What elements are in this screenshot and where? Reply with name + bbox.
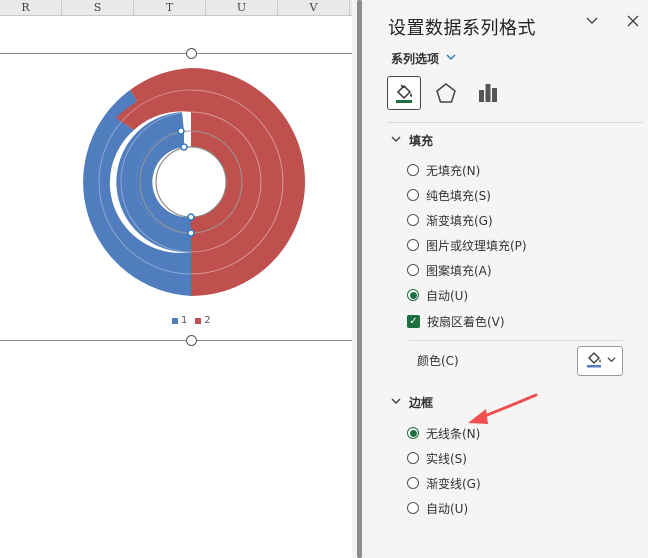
fill-option-label: 渐变填充(G) xyxy=(426,213,493,228)
chart-frame-bottom-edge[interactable] xyxy=(0,340,352,341)
fill-option-pattern-fill[interactable]: 图案填充(A) xyxy=(407,261,492,279)
border-option-gradient-line[interactable]: 渐变线(G) xyxy=(407,474,481,492)
legend-label-series-1: 1 xyxy=(181,315,188,326)
border-option-automatic[interactable]: 自动(U) xyxy=(407,499,468,517)
chart-legend[interactable]: 1 2 xyxy=(172,315,211,326)
vertical-scrollbar[interactable] xyxy=(357,0,362,558)
fill-option-label: 图案填充(A) xyxy=(426,263,492,278)
chevron-down-icon xyxy=(391,396,401,409)
fill-option-label: 自动(U) xyxy=(426,288,469,303)
selection-point-handle[interactable] xyxy=(180,143,188,151)
border-option-no-line[interactable]: 无线条(N) xyxy=(407,424,480,442)
radio-picture-fill[interactable] xyxy=(407,239,419,251)
border-section-header[interactable]: 边框 xyxy=(391,394,433,411)
border-option-label: 无线条(N) xyxy=(426,426,481,441)
fill-section-label: 填充 xyxy=(409,134,434,148)
fill-section-header[interactable]: 填充 xyxy=(391,132,433,149)
fill-option-automatic[interactable]: 自动(U) xyxy=(407,286,468,304)
radio-no-fill[interactable] xyxy=(407,164,419,176)
border-section-label: 边框 xyxy=(409,396,434,410)
fill-option-label: 图片或纹理填充(P) xyxy=(426,238,527,253)
worksheet-area: R S T U V 1 2 xyxy=(0,0,352,558)
chevron-down-icon xyxy=(391,134,401,147)
radio-pattern-fill[interactable] xyxy=(407,264,419,276)
effects-tab-pentagon-icon[interactable] xyxy=(429,76,463,110)
fill-option-solid-fill[interactable]: 纯色填充(S) xyxy=(407,186,491,204)
vary-colors-by-slice-checkbox[interactable]: ✓ 按扇区着色(V) xyxy=(407,312,505,330)
radio-solid-line[interactable] xyxy=(407,452,419,464)
border-option-label: 自动(U) xyxy=(426,501,469,516)
pane-splitter[interactable] xyxy=(352,0,374,558)
selection-point-handle[interactable] xyxy=(177,127,185,135)
fill-line-tab-paint-bucket-icon[interactable] xyxy=(387,76,421,110)
series-options-tab-bar-chart-icon[interactable] xyxy=(471,76,505,110)
fill-option-gradient-fill[interactable]: 渐变填充(G) xyxy=(407,211,493,229)
radio-automatic-line[interactable] xyxy=(407,502,419,514)
fill-color-picker-button[interactable] xyxy=(577,346,623,376)
pane-options-chevron-icon[interactable] xyxy=(584,12,602,30)
doughnut-chart[interactable] xyxy=(0,0,352,340)
fill-option-label: 纯色填充(S) xyxy=(426,188,491,203)
tab-divider xyxy=(387,122,643,123)
border-option-label: 渐变线(G) xyxy=(426,476,481,491)
paint-bucket-icon xyxy=(585,350,603,372)
fill-color-label: 颜色(C) xyxy=(417,354,459,368)
close-icon[interactable] xyxy=(624,10,642,30)
fill-option-picture-fill[interactable]: 图片或纹理填充(P) xyxy=(407,236,527,254)
pane-title: 设置数据系列格式 xyxy=(388,18,536,39)
radio-gradient-fill[interactable] xyxy=(407,214,419,226)
selection-point-handle[interactable] xyxy=(187,229,195,237)
selection-point-handle[interactable] xyxy=(187,213,195,221)
checkmark-icon[interactable]: ✓ xyxy=(407,314,420,328)
legend-swatch-series-1 xyxy=(172,317,178,324)
vary-colors-by-slice-label: 按扇区着色(V) xyxy=(427,314,505,329)
radio-solid-fill[interactable] xyxy=(407,189,419,201)
divider xyxy=(409,340,623,341)
legend-label-series-2: 2 xyxy=(204,315,211,326)
border-option-solid-line[interactable]: 实线(S) xyxy=(407,449,467,467)
legend-item-series-2[interactable]: 2 xyxy=(195,315,211,326)
radio-automatic-fill-selected[interactable] xyxy=(407,289,419,301)
series-options-label: 系列选项 xyxy=(391,52,440,66)
format-data-series-pane: 设置数据系列格式 系列选项 填充 无填充(N) 纯色填充(S) 渐变填充(G) … xyxy=(374,0,648,558)
border-option-label: 实线(S) xyxy=(426,451,467,466)
legend-swatch-series-2 xyxy=(195,317,202,324)
fill-option-label: 无填充(N) xyxy=(426,163,481,178)
fill-option-no-fill[interactable]: 无填充(N) xyxy=(407,161,480,179)
radio-gradient-line[interactable] xyxy=(407,477,419,489)
legend-item-series-1[interactable]: 1 xyxy=(172,315,187,326)
chevron-down-icon xyxy=(606,355,616,367)
radio-no-line-selected[interactable] xyxy=(407,427,419,439)
chevron-down-icon xyxy=(445,51,457,66)
series-options-dropdown[interactable]: 系列选项 xyxy=(391,50,457,67)
